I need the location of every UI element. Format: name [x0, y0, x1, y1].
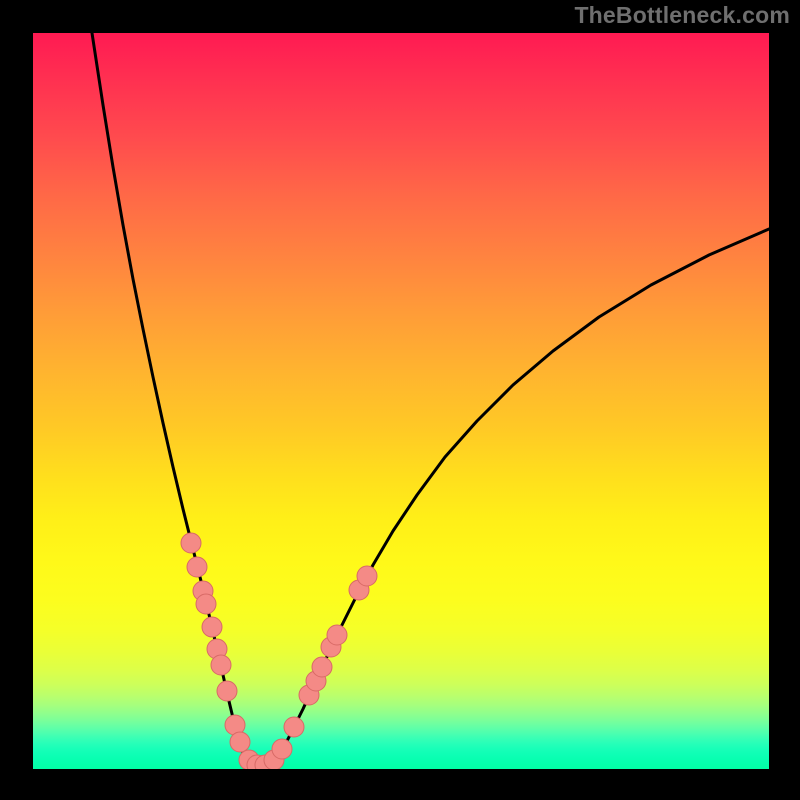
- data-dot: [187, 557, 207, 577]
- data-dot: [327, 625, 347, 645]
- data-dot: [202, 617, 222, 637]
- data-dot: [312, 657, 332, 677]
- plot-area: [33, 33, 769, 769]
- data-dot: [211, 655, 231, 675]
- curve-svg: [33, 33, 769, 769]
- outer-frame: TheBottleneck.com: [0, 0, 800, 800]
- data-dot: [230, 732, 250, 752]
- data-dot: [181, 533, 201, 553]
- data-dots: [181, 533, 377, 769]
- data-dot: [217, 681, 237, 701]
- watermark-text: TheBottleneck.com: [574, 2, 790, 29]
- bottleneck-curve: [92, 33, 769, 766]
- data-dot: [272, 739, 292, 759]
- data-dot: [284, 717, 304, 737]
- data-dot: [196, 594, 216, 614]
- curve-path: [92, 33, 769, 766]
- data-dot: [357, 566, 377, 586]
